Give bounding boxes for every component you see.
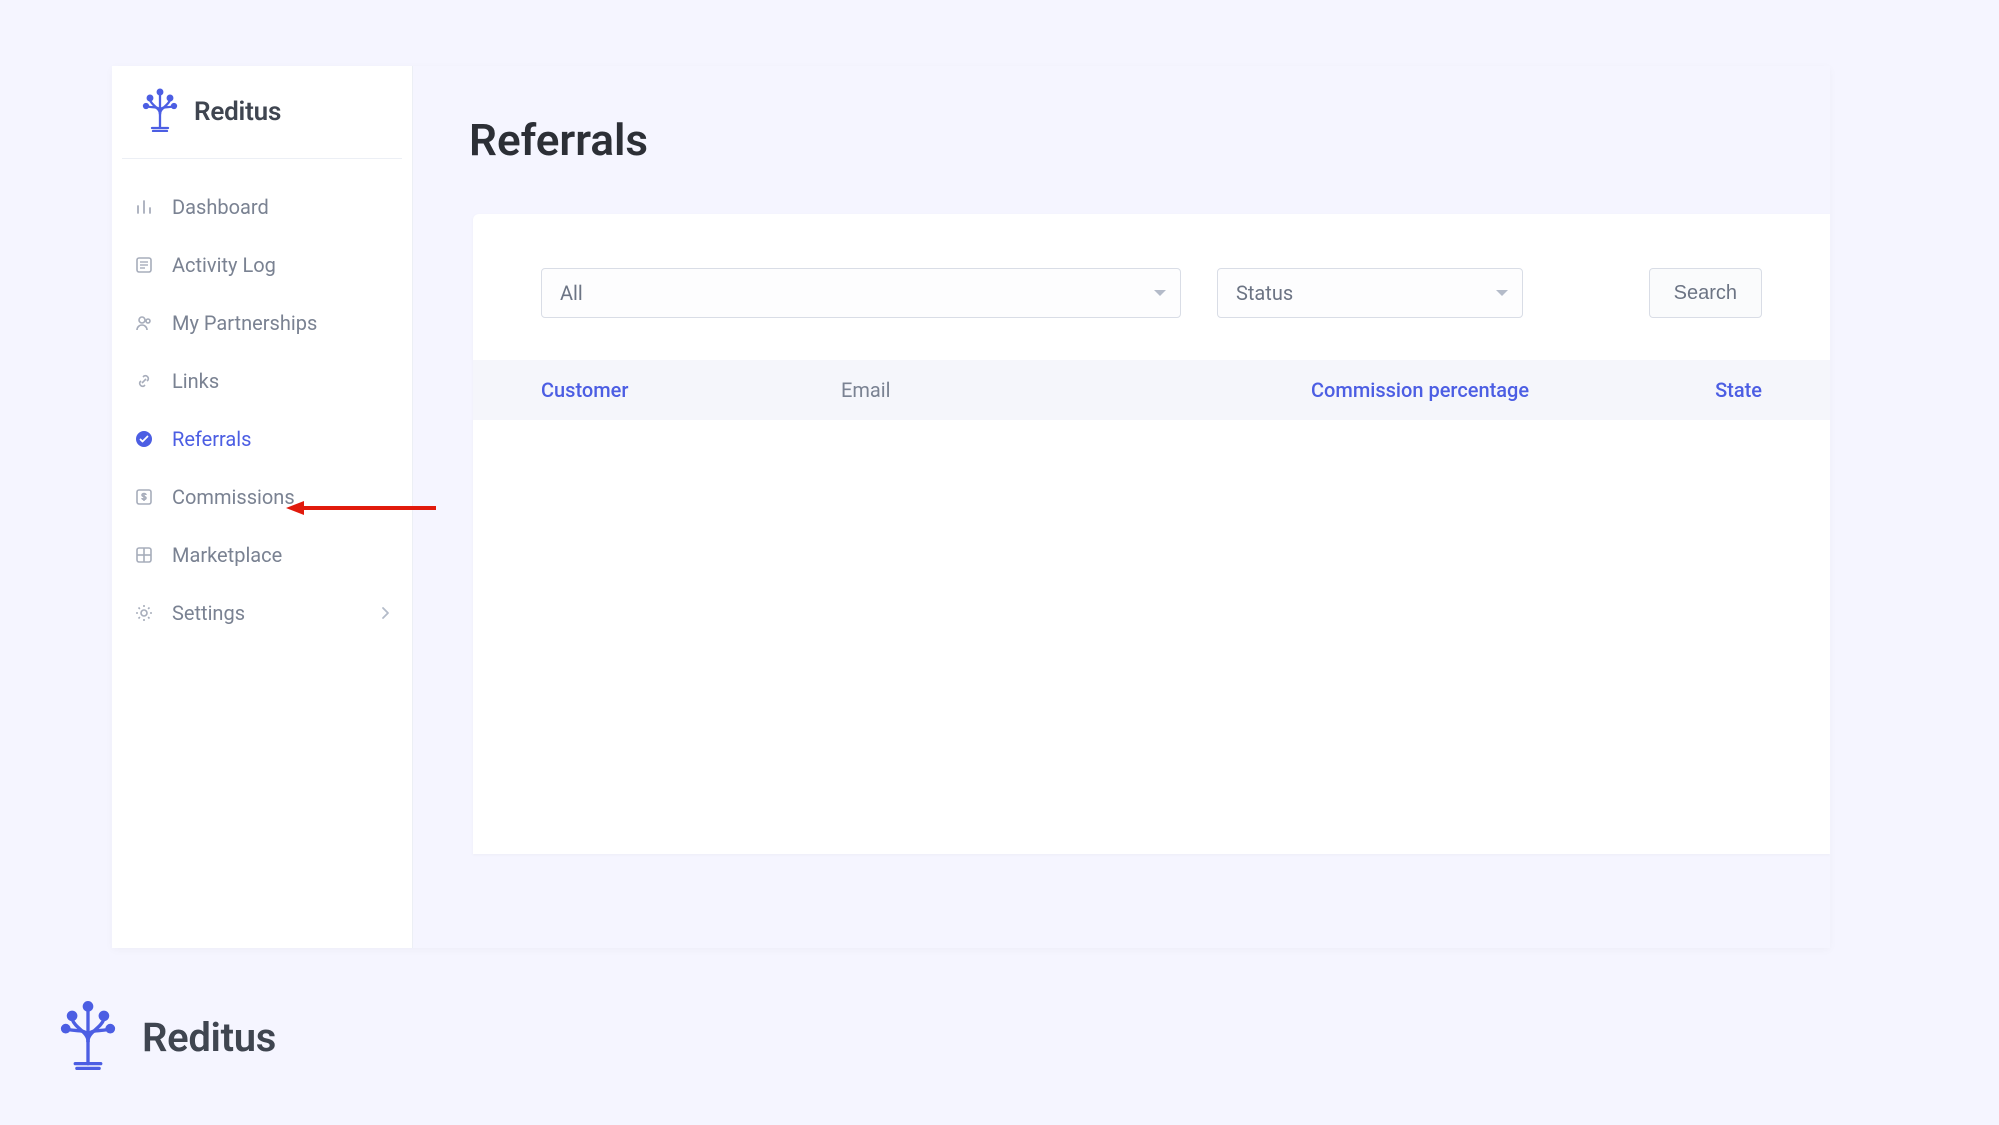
grid-icon	[134, 545, 154, 565]
status-filter-select[interactable]: Status	[1217, 268, 1523, 318]
sidebar-item-links[interactable]: Links	[122, 353, 402, 409]
bar-chart-icon	[134, 197, 154, 217]
sidebar-item-commissions[interactable]: Commissions	[122, 469, 402, 525]
caret-down-icon	[1496, 290, 1508, 296]
link-icon	[134, 371, 154, 391]
sidebar-item-settings[interactable]: Settings	[122, 585, 402, 641]
sidebar-item-label: Links	[172, 369, 219, 393]
sidebar-item-marketplace[interactable]: Marketplace	[122, 527, 402, 583]
select-value: All	[560, 281, 583, 305]
column-header-email: Email	[841, 378, 1311, 402]
sidebar-item-activity-log[interactable]: Activity Log	[122, 237, 402, 293]
search-button[interactable]: Search	[1649, 268, 1762, 318]
select-value: Status	[1236, 281, 1293, 305]
column-header-commission[interactable]: Commission percentage	[1311, 378, 1611, 402]
users-icon	[134, 313, 154, 333]
page-title: Referrals	[469, 114, 1830, 166]
brand: Reditus	[122, 88, 402, 159]
referrals-panel: All Status Search Customer Email Commiss…	[473, 214, 1830, 854]
sidebar-item-label: Activity Log	[172, 253, 276, 277]
brand-name: Reditus	[194, 97, 281, 127]
brand-logo-icon	[56, 1000, 120, 1074]
caret-down-icon	[1154, 290, 1166, 296]
column-header-state[interactable]: State	[1715, 378, 1762, 402]
sidebar-item-label: My Partnerships	[172, 311, 317, 335]
sidebar-item-referrals[interactable]: Referrals	[122, 411, 402, 467]
partner-filter-select[interactable]: All	[541, 268, 1181, 318]
sidebar-item-label: Referrals	[172, 427, 251, 451]
table-header: Customer Email Commission percentage Sta…	[473, 360, 1830, 420]
check-circle-icon	[134, 429, 154, 449]
list-icon	[134, 255, 154, 275]
external-brand-name: Reditus	[142, 1014, 276, 1061]
column-header-customer[interactable]: Customer	[541, 378, 841, 402]
gear-icon	[134, 603, 154, 623]
main-content: Referrals All Status Search Customer Ema	[413, 66, 1830, 948]
sidebar-item-label: Marketplace	[172, 543, 282, 567]
dollar-icon	[134, 487, 154, 507]
filters-row: All Status Search	[473, 268, 1830, 360]
chevron-right-icon	[380, 601, 390, 625]
sidebar-item-my-partnerships[interactable]: My Partnerships	[122, 295, 402, 351]
sidebar-item-label: Dashboard	[172, 195, 269, 219]
sidebar-nav: Dashboard Activity Log My Partnerships	[112, 171, 412, 649]
sidebar-item-label: Settings	[172, 601, 245, 625]
external-brand: Reditus	[56, 1000, 276, 1074]
sidebar-item-label: Commissions	[172, 485, 295, 509]
app-window: Reditus Dashboard Activity Log	[112, 66, 1830, 948]
sidebar-item-dashboard[interactable]: Dashboard	[122, 179, 402, 235]
brand-logo-icon	[140, 88, 180, 136]
sidebar: Reditus Dashboard Activity Log	[112, 66, 413, 948]
